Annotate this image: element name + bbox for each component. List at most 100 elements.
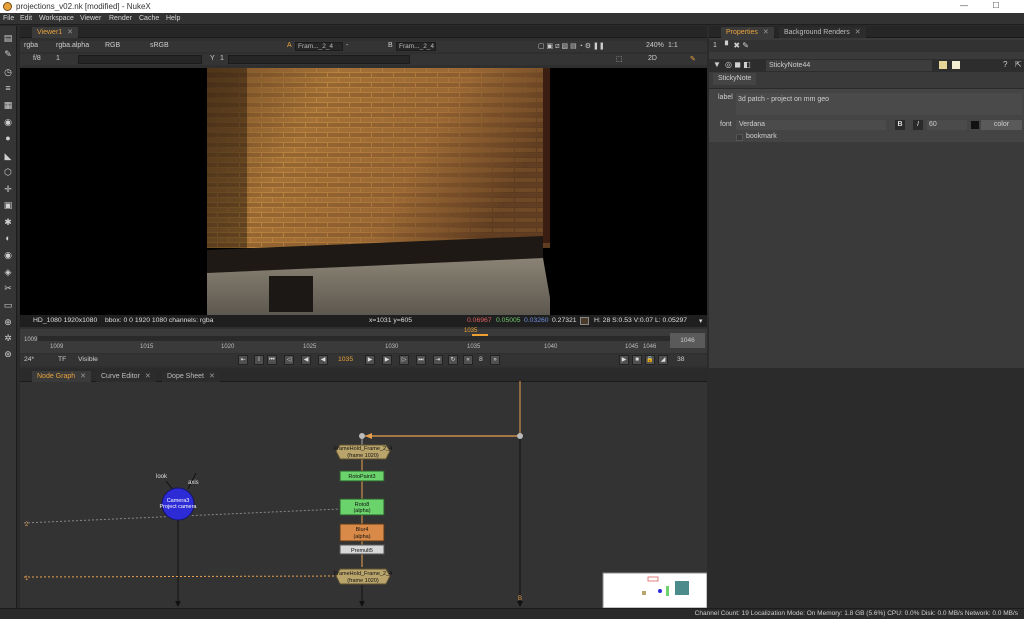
time-icon[interactable]: ◷ — [2, 66, 14, 78]
display-select[interactable]: RGB — [105, 42, 120, 49]
viewer-viewport[interactable] — [20, 68, 707, 315]
paint-icon[interactable]: ✎ — [2, 48, 14, 60]
pipe-dot[interactable] — [359, 433, 365, 439]
keyer-icon[interactable]: ● — [2, 132, 14, 144]
menu-render[interactable]: Render — [109, 15, 132, 22]
first-frame-icon[interactable]: I — [254, 355, 264, 365]
channels-select[interactable]: rgba — [24, 42, 38, 49]
font-size-field[interactable]: 60 — [927, 120, 967, 130]
menu-edit[interactable]: Edit — [20, 15, 32, 22]
layer-select[interactable]: rgba.alpha — [56, 42, 89, 49]
input-a-select[interactable]: Fram..._2_4 — [295, 42, 343, 51]
transform-icon[interactable]: ⬡ — [2, 166, 14, 178]
channel-icon[interactable]: ≡ — [2, 82, 14, 94]
gamma-value[interactable]: 1 — [220, 55, 224, 62]
timeline-end[interactable]: 1046 — [670, 333, 705, 348]
toolsets-icon[interactable]: ◈ — [2, 266, 14, 278]
gamma-slider[interactable] — [228, 55, 410, 64]
menu-file[interactable]: File — [3, 15, 14, 22]
tab-background-renders[interactable]: Background Renders ✕ — [779, 27, 866, 38]
navigator-minimap[interactable] — [602, 572, 707, 608]
tab-viewer1[interactable]: Viewer1 ✕ — [32, 27, 79, 38]
font-italic-button[interactable]: I — [913, 120, 923, 130]
step-back-icon[interactable]: « — [463, 355, 473, 365]
paint-brush-icon[interactable]: ✎ — [690, 55, 696, 63]
current-frame-field[interactable]: 1035 — [338, 356, 353, 363]
color-button[interactable]: color — [981, 120, 1022, 130]
prev-frame-icon[interactable]: ◀ — [318, 355, 328, 365]
increment-field[interactable]: 8 — [479, 356, 483, 363]
play-forward-icon[interactable]: ▶ — [365, 355, 375, 365]
menu-help[interactable]: Help — [166, 15, 180, 22]
out-point-icon[interactable]: ⇥ — [433, 355, 443, 365]
image-icon[interactable]: ▤ — [2, 32, 14, 44]
flipbook-icon[interactable]: ▶ — [619, 355, 629, 365]
timeline[interactable]: 1009 1009 1015 1020 1025 1030 1035 1040 … — [20, 328, 707, 353]
play-backward-icon[interactable]: ◀ — [301, 355, 311, 365]
next-keyframe-icon[interactable]: ▷ — [399, 355, 409, 365]
timeline-track[interactable] — [38, 336, 670, 341]
properties-tool-icons[interactable]: ▘ ✖ ✎ — [725, 41, 749, 50]
stop-icon[interactable]: ■ — [632, 355, 642, 365]
close-icon[interactable]: ✕ — [80, 373, 86, 380]
node-graph-panel[interactable]: Node Graph✕ Curve Editor✕ Dope Sheet✕ — [20, 370, 707, 608]
close-icon[interactable]: ✕ — [855, 29, 861, 36]
fps-select[interactable]: 24* — [24, 356, 34, 363]
y-toggle[interactable]: Y — [210, 55, 215, 62]
roi-icon[interactable]: ⬚ — [616, 55, 623, 63]
goto-start-icon[interactable]: ⏮ — [267, 355, 277, 365]
metadata-icon[interactable]: ◉ — [2, 249, 14, 261]
prev-keyframe-icon[interactable]: ◁ — [284, 355, 294, 365]
particles-icon[interactable]: ▣ — [2, 199, 14, 211]
goto-end-icon[interactable]: ⏭ — [416, 355, 426, 365]
menu-viewer[interactable]: Viewer — [80, 15, 101, 22]
mode-3d-select[interactable]: 2D — [648, 55, 657, 62]
info-expand-icon[interactable]: ▾ — [699, 317, 702, 325]
lock-icon[interactable]: 🔒 — [645, 355, 655, 365]
close-icon[interactable]: ✕ — [763, 29, 769, 36]
viewer-tool-icons[interactable]: ▢ ▣ ⧄ ▧ ▤ ◔ ⚙ ❚❚ — [538, 42, 605, 51]
input-op-select[interactable]: - — [346, 42, 348, 49]
furnace-icon[interactable]: ▭ — [2, 299, 14, 311]
node-graph-canvas[interactable]: FrameHold_Frame_2_4 (frame 1020) RotoPai… — [20, 381, 707, 608]
close-icon[interactable]: ✕ — [209, 373, 215, 380]
deep-icon[interactable]: ✱ — [2, 216, 14, 228]
ocula-icon[interactable]: ⊕ — [2, 316, 14, 328]
visible-select[interactable]: Visible — [78, 356, 98, 363]
step-forward-icon[interactable]: » — [490, 355, 500, 365]
color-swatch[interactable] — [971, 121, 979, 129]
panel-count[interactable]: 1 — [713, 42, 717, 49]
zoom-select[interactable]: 240% — [646, 42, 664, 49]
label-knob-field[interactable]: 3d patch - project on mm geo — [736, 93, 1022, 115]
node-color-swatch-2[interactable] — [952, 61, 960, 69]
tab-properties[interactable]: Properties ✕ — [721, 27, 774, 38]
gain-slider[interactable] — [78, 55, 202, 64]
ratio-select[interactable]: 1:1 — [668, 42, 678, 49]
audio-icon[interactable]: ◢ — [658, 355, 668, 365]
close-icon[interactable]: ✕ — [67, 29, 73, 36]
3d-icon[interactable]: ✛ — [2, 183, 14, 195]
close-icon[interactable]: ✕ — [145, 373, 151, 380]
lut-select[interactable]: sRGB — [150, 42, 169, 49]
node-name-field[interactable]: StickyNote44 — [766, 60, 932, 71]
merge-icon[interactable]: ◣ — [2, 150, 14, 162]
pipe-dot[interactable] — [517, 433, 523, 439]
in-point-icon[interactable]: ⇤ — [238, 355, 248, 365]
maximize-button[interactable]: ☐ — [989, 1, 1003, 12]
bookmark-checkbox[interactable] — [736, 134, 743, 141]
color-icon[interactable]: ▦ — [2, 99, 14, 111]
gain-value[interactable]: 1 — [56, 55, 60, 62]
tab-stickynote[interactable]: StickyNote — [713, 73, 757, 85]
next-frame-icon[interactable]: ▶ — [382, 355, 392, 365]
font-select[interactable]: Verdana — [736, 120, 886, 130]
node-header-icons[interactable]: ◎ ◼ ◧ — [725, 60, 751, 69]
fstop-value[interactable]: f/8 — [33, 55, 41, 62]
other-icon[interactable]: ✂ — [2, 282, 14, 294]
font-bold-button[interactable]: B — [895, 120, 905, 130]
timeline-cursor[interactable] — [472, 334, 488, 343]
input-b-select[interactable]: Fram..._2_4 — [396, 42, 436, 51]
views-icon[interactable]: ◐ — [2, 232, 14, 244]
filter-icon[interactable]: ◉ — [2, 116, 14, 128]
menu-cache[interactable]: Cache — [139, 15, 159, 22]
menu-workspace[interactable]: Workspace — [39, 15, 74, 22]
